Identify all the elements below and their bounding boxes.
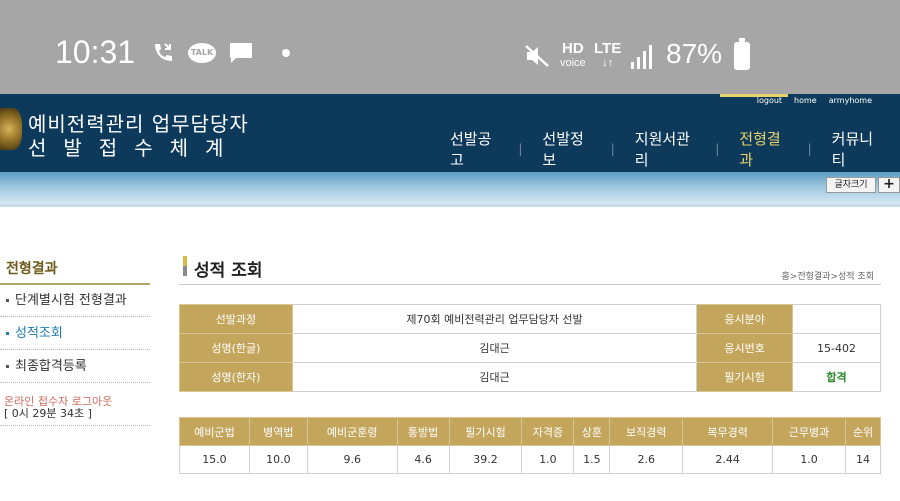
info-value-name-korean: 김대근 — [291, 333, 698, 363]
bullet-icon — [6, 365, 9, 368]
score-header-row: 예비군법 병역법 예비군훈령 통방법 필기시험 자격증 상훈 보직경력 복무경력… — [179, 417, 882, 446]
lte-arrows-icon: ↓↑ — [602, 57, 614, 69]
score-value: 2.6 — [609, 445, 684, 474]
missed-call-icon — [155, 43, 172, 61]
table-row: 성명(한글) 김대근 응시번호 15-402 — [179, 333, 881, 363]
score-value: 1.0 — [521, 445, 575, 474]
score-header: 예비군훈령 — [306, 417, 398, 446]
lte-label: LTE — [594, 40, 622, 57]
hd-label: HD — [562, 40, 584, 57]
hd-voice-label: voice — [560, 57, 586, 69]
info-value-exam-number: 15-402 — [792, 333, 881, 363]
score-header: 자격증 — [521, 417, 575, 446]
info-header-name-korean: 성명(한글) — [179, 333, 293, 363]
score-value: 1.0 — [772, 445, 846, 474]
battery-percent: 87% — [666, 38, 723, 69]
score-table: 예비군법 병역법 예비군훈령 통방법 필기시험 자격증 상훈 보직경력 복무경력… — [179, 417, 882, 474]
info-header-field: 응시분야 — [696, 304, 794, 334]
table-row: 성명(한자) 김대근 필기시험 합격 — [179, 362, 881, 392]
nav-item-community[interactable]: 커뮤니티 — [812, 128, 900, 170]
score-header: 근무병과 — [772, 417, 846, 446]
armyhome-link[interactable]: armyhome — [829, 96, 872, 105]
hd-voice-indicator: HD voice — [560, 40, 586, 70]
sidebar-item-final-registration[interactable]: 최종합격등록 — [0, 351, 150, 383]
kakaotalk-icon: TALK — [188, 43, 216, 63]
site-title-line2[interactable]: 선발접수체계 — [28, 132, 240, 161]
bullet-icon — [6, 332, 9, 335]
nav-active-underline — [720, 94, 788, 97]
score-value: 9.6 — [306, 445, 398, 474]
sidebar-item-label: 최종합격등록 — [15, 359, 87, 374]
nav-item-results[interactable]: 전형결과 — [719, 128, 807, 186]
score-value: 2.44 — [682, 445, 774, 474]
score-header: 병역법 — [248, 417, 308, 446]
sub-banner — [0, 172, 900, 204]
top-links: logout home armyhome — [757, 96, 872, 105]
sub-banner-divider — [0, 204, 900, 207]
score-header: 필기시험 — [448, 417, 523, 446]
info-value-name-hanja: 김대근 — [291, 362, 698, 392]
status-bar: 10:31 TALK HD voice LTE ↓↑ 87% — [0, 0, 900, 94]
title-accent-bar — [183, 256, 187, 276]
page-title: 성적 조회 — [194, 261, 263, 281]
army-emblem-icon[interactable] — [0, 108, 22, 150]
breadcrumb: 홈>전형결과>성적 조회 — [781, 272, 874, 282]
score-header: 복무경력 — [682, 417, 774, 446]
table-row: 선발과정 제70회 예비전력관리 업무담당자 선발 응시분야 — [179, 304, 881, 334]
session-timer: [ 0시 29분 34초 ] — [4, 407, 92, 420]
applicant-info-table: 선발과정 제70회 예비전력관리 업무담당자 선발 응시분야 성명(한글) 김대… — [179, 304, 881, 392]
site-header: 예비전력관리 업무담당자 선발접수체계 logout home armyhome… — [0, 94, 900, 186]
main-nav: 선발공고 | 선발정보 | 지원서관리 | 전형결과 | 커뮤니티 — [430, 128, 900, 186]
sidebar-item-stage-results[interactable]: 단계별시험 전형결과 — [0, 285, 150, 317]
font-size-plus-button[interactable]: + — [878, 177, 900, 193]
bullet-icon — [6, 299, 9, 302]
lte-indicator: LTE ↓↑ — [594, 40, 622, 70]
score-header: 예비군법 — [179, 417, 250, 446]
sidebar-item-label: 단계별시험 전형결과 — [15, 293, 127, 308]
sidebar-title: 전형결과 — [6, 261, 58, 277]
info-value-field — [792, 304, 881, 334]
score-value-row: 15.0 10.0 9.6 4.6 39.2 1.0 1.5 2.6 2.44 … — [179, 445, 882, 474]
more-notifications-dot-icon — [282, 49, 290, 57]
logout-link[interactable]: logout — [757, 96, 782, 105]
page-root: 10:31 TALK HD voice LTE ↓↑ 87% 예비전력관리 업무… — [0, 0, 900, 501]
signal-icon — [631, 45, 652, 69]
score-header: 순위 — [844, 417, 882, 446]
info-header-course: 선발과정 — [179, 304, 293, 334]
info-header-name-hanja: 성명(한자) — [179, 362, 293, 392]
status-notification-icons: TALK — [150, 40, 290, 66]
font-size-button[interactable]: 글자크기 — [826, 177, 876, 193]
nav-item-announcement[interactable]: 선발공고 — [430, 128, 518, 170]
title-divider — [179, 284, 881, 285]
score-value: 10.0 — [248, 445, 308, 474]
score-value: 39.2 — [448, 445, 523, 474]
battery-icon — [734, 38, 750, 70]
message-icon — [230, 43, 252, 63]
nav-item-results-label: 전형결과 — [739, 130, 781, 169]
sidebar-bottom-divider — [0, 425, 150, 426]
score-header: 보직경력 — [609, 417, 684, 446]
nav-item-application[interactable]: 지원서관리 — [615, 128, 715, 170]
home-link[interactable]: home — [794, 96, 817, 105]
score-value: 14 — [844, 445, 882, 474]
sidebar-item-label: 성적조회 — [15, 326, 63, 341]
status-time: 10:31 — [55, 34, 136, 70]
info-value-course: 제70회 예비전력관리 업무담당자 선발 — [291, 304, 698, 334]
nav-item-selection-info[interactable]: 선발정보 — [522, 128, 610, 170]
score-header: 통방법 — [396, 417, 450, 446]
mute-icon — [525, 45, 549, 67]
info-value-written-exam: 합격 — [792, 362, 881, 392]
sidebar-item-score-inquiry[interactable]: 성적조회 — [0, 318, 150, 350]
score-value: 4.6 — [396, 445, 450, 474]
score-value: 15.0 — [179, 445, 250, 474]
score-value: 1.5 — [573, 445, 611, 474]
score-header: 상훈 — [573, 417, 611, 446]
info-header-exam-number: 응시번호 — [696, 333, 794, 363]
info-header-written-exam: 필기시험 — [696, 362, 794, 392]
